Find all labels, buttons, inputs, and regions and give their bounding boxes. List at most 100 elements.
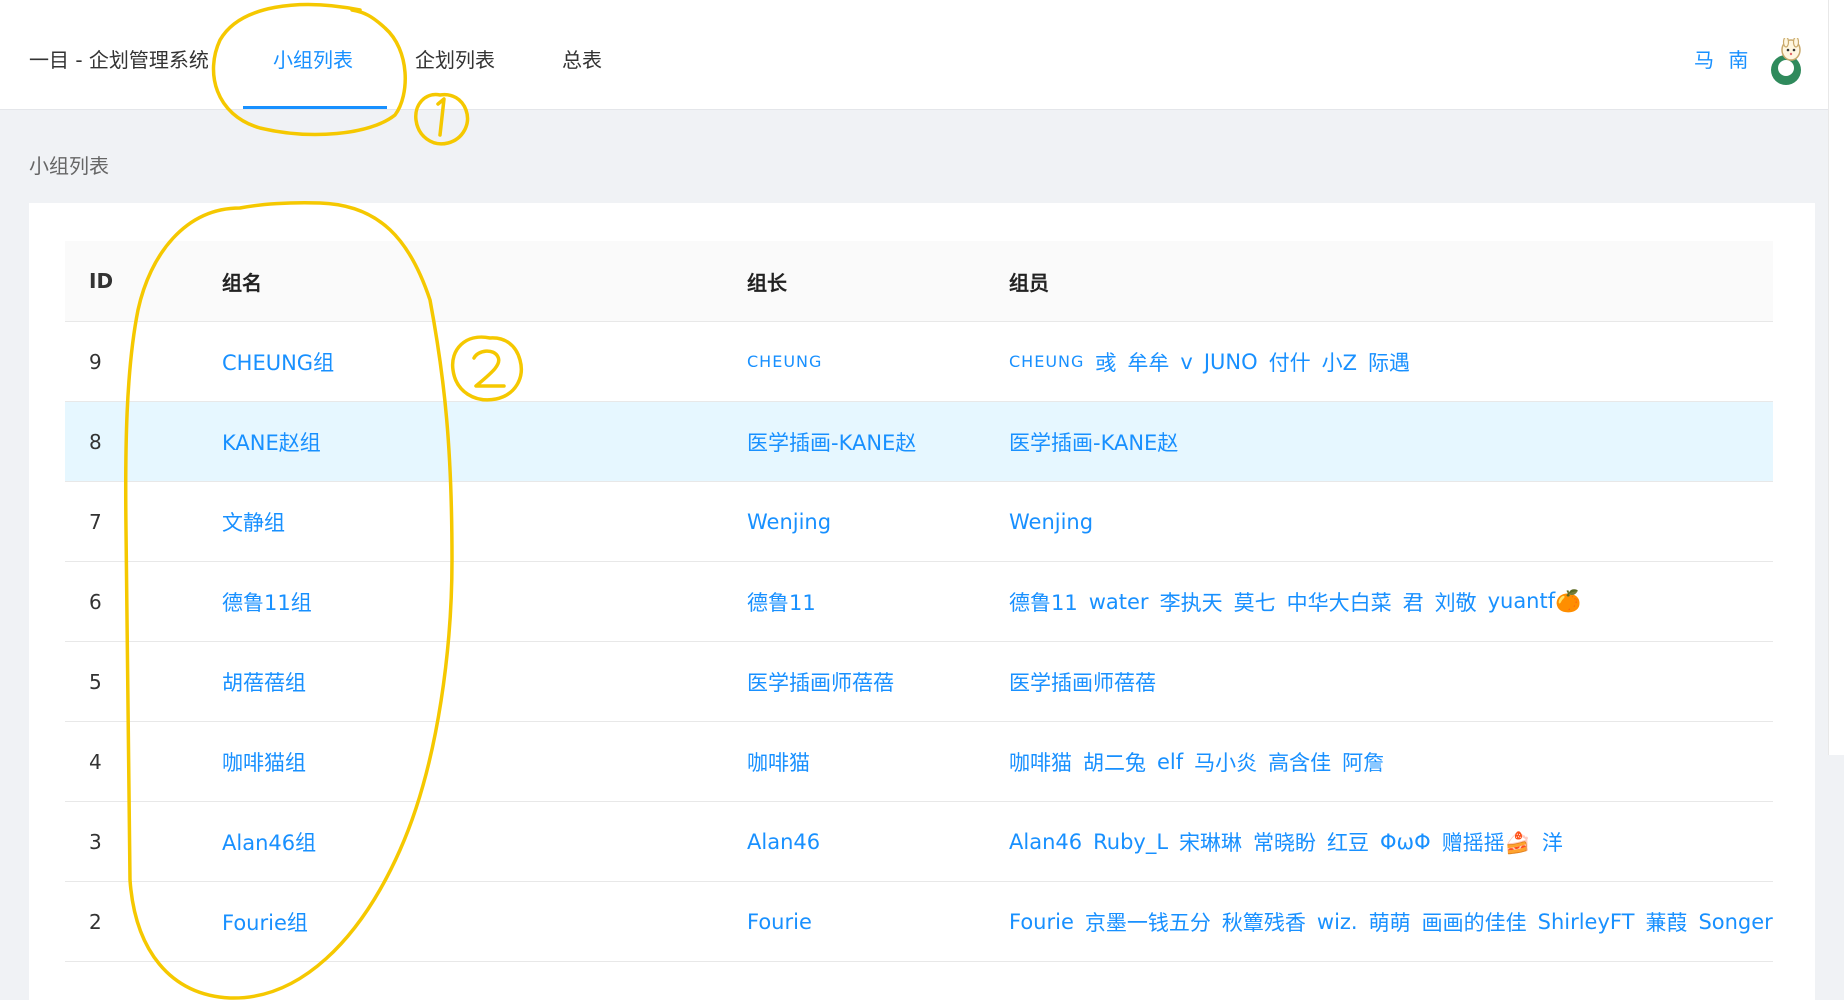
member-link[interactable]: 医学插画-KANE赵 [1009, 427, 1178, 457]
active-tab-indicator [243, 106, 387, 109]
member-link[interactable]: elf [1157, 750, 1183, 774]
member-link[interactable]: 小Z [1322, 347, 1357, 377]
member-link[interactable]: 常晓盼 [1253, 827, 1316, 857]
members-cell: Alan46 Ruby_L 宋琳琳 常晓盼 红豆 ΦωΦ 赠摇摇🍰 洋 [1009, 802, 1574, 881]
table-row: 6 德鲁11组 德鲁11 德鲁11 water 李执天 莫七 中华大白菜君刘敬 yuantf🍊 [65, 562, 1773, 642]
member-link[interactable]: 京墨一钱五分 [1085, 907, 1211, 937]
group-name-cell: 咖啡猫组 [222, 722, 306, 801]
row-id: 4 [89, 749, 102, 774]
table-row: 7 文静组 Wenjing Wenjing [65, 482, 1773, 562]
scrollbar[interactable] [1828, 0, 1844, 755]
member-link[interactable]: 咖啡猫 [1009, 747, 1072, 777]
row-id: 6 [89, 589, 102, 614]
avatar[interactable] [1764, 38, 1810, 86]
member-link[interactable]: 莫七 [1234, 587, 1276, 617]
member-link[interactable]: 蒹葭 [1645, 907, 1687, 937]
member-link[interactable]: 萌萌 [1369, 907, 1411, 937]
member-link[interactable]: 高含佳 [1268, 747, 1331, 777]
group-name-link[interactable]: 胡蓓蓓组 [222, 667, 306, 697]
member-link[interactable]: 画画的佳佳 [1422, 907, 1527, 937]
member-link[interactable]: 红豆 [1327, 827, 1369, 857]
member-link[interactable]: 胡二兔 [1083, 747, 1146, 777]
table-row: 9 CHEUNG组 CHEUNG CHEUNG 彧牟牟 v JUNO 付什 小Z 际遇 [65, 322, 1773, 402]
group-name-link[interactable]: 文静组 [222, 507, 285, 537]
leader-link[interactable]: CHEUNG [747, 352, 822, 371]
leader-cell: Alan46 [747, 802, 820, 881]
group-name-cell: Fourie组 [222, 882, 308, 961]
member-link[interactable]: 彧 [1095, 347, 1116, 377]
leader-cell: 医学插画-KANE赵 [747, 402, 916, 481]
member-link[interactable]: ShirleyFT [1538, 910, 1635, 934]
member-link[interactable]: CHEUNG [1009, 352, 1084, 371]
table-row: 8 KANE赵组 医学插画-KANE赵 医学插画-KANE赵 [65, 402, 1773, 482]
tab-project-list[interactable]: 企划列表 [415, 44, 495, 73]
page-title: 小组列表 [29, 154, 109, 178]
members-cell: 德鲁11 water 李执天 莫七 中华大白菜君刘敬 yuantf🍊 [1009, 562, 1592, 641]
leader-link[interactable]: Fourie [747, 910, 812, 934]
member-link[interactable]: 马小炎 [1194, 747, 1257, 777]
tab-group-list[interactable]: 小组列表 [273, 44, 353, 73]
members-cell: Wenjing [1009, 482, 1104, 561]
row-id: 7 [89, 509, 102, 534]
member-link[interactable]: wiz. [1317, 910, 1358, 934]
member-link[interactable]: 洋 [1542, 827, 1563, 857]
leader-link[interactable]: Wenjing [747, 510, 831, 534]
leader-link[interactable]: 医学插画-KANE赵 [747, 427, 916, 457]
member-link[interactable]: 际遇 [1368, 347, 1410, 377]
leader-link[interactable]: Alan46 [747, 830, 820, 854]
leader-cell: 咖啡猫 [747, 722, 810, 801]
row-id: 8 [89, 429, 102, 454]
table-row: 3 Alan46组 Alan46 Alan46 Ruby_L 宋琳琳 常晓盼 红豆 ΦωΦ 赠摇摇… [65, 802, 1773, 882]
group-name-cell: 德鲁11组 [222, 562, 312, 641]
member-link[interactable]: 君 [1403, 587, 1424, 617]
table-row: 5 胡蓓蓓组 医学插画师蓓蓓 医学插画师蓓蓓 [65, 642, 1773, 722]
leader-link[interactable]: 德鲁11 [747, 587, 816, 617]
group-name-link[interactable]: Fourie组 [222, 907, 308, 937]
member-link[interactable]: 德鲁11 [1009, 587, 1078, 617]
member-link[interactable]: yuantf🍊 [1488, 589, 1582, 614]
member-link[interactable]: v [1180, 350, 1192, 374]
column-header-leader: 组长 [747, 270, 787, 295]
column-header-id: ID [89, 269, 114, 293]
leader-cell: Fourie [747, 882, 812, 961]
group-table: ID 组名 组长 组员 9 CHEUNG组 CHEUNG CHEUNG 彧牟牟 v JUNO… [65, 241, 1773, 962]
member-link[interactable]: Ruby_L [1093, 830, 1168, 854]
top-nav-bar: 一目 - 企划管理系统 小组列表 企划列表 总表 马 南 [0, 0, 1844, 110]
members-cell: 咖啡猫 胡二兔 elf 马小炎 高含佳 阿詹 [1009, 722, 1395, 801]
group-name-link[interactable]: KANE赵组 [222, 427, 321, 457]
member-link[interactable]: Fourie [1009, 910, 1074, 934]
member-link[interactable]: 李执天 [1160, 587, 1223, 617]
group-name-link[interactable]: 咖啡猫组 [222, 747, 306, 777]
member-link[interactable]: 秋簟残香 [1222, 907, 1306, 937]
member-link[interactable]: 付什 [1269, 347, 1311, 377]
group-name-cell: 文静组 [222, 482, 285, 561]
group-name-link[interactable]: CHEUNG组 [222, 347, 334, 377]
member-link[interactable]: 赠摇摇🍰 [1442, 827, 1531, 857]
member-link[interactable]: Alan46 [1009, 830, 1082, 854]
row-id: 9 [89, 349, 102, 374]
leader-link[interactable]: 咖啡猫 [747, 747, 810, 777]
member-link[interactable]: 阿詹 [1342, 747, 1384, 777]
app-brand: 一目 - 企划管理系统 [29, 48, 209, 72]
member-link[interactable]: water [1089, 590, 1149, 614]
member-link[interactable]: 医学插画师蓓蓓 [1009, 667, 1156, 697]
member-link[interactable]: Wenjing [1009, 510, 1093, 534]
user-name[interactable]: 马 南 [1694, 44, 1752, 73]
row-id: 3 [89, 829, 102, 854]
member-link[interactable]: 刘敬 [1435, 587, 1477, 617]
member-link[interactable]: ΦωΦ [1380, 830, 1431, 854]
leader-cell: 医学插画师蓓蓓 [747, 642, 894, 721]
tab-summary[interactable]: 总表 [562, 44, 602, 73]
column-header-members: 组员 [1009, 270, 1049, 295]
group-name-link[interactable]: 德鲁11组 [222, 587, 312, 617]
leader-link[interactable]: 医学插画师蓓蓓 [747, 667, 894, 697]
member-link[interactable]: 中华大白菜 [1287, 587, 1392, 617]
group-name-link[interactable]: Alan46组 [222, 827, 316, 857]
members-cell: 医学插画师蓓蓓 [1009, 642, 1167, 721]
member-link[interactable]: 牟牟 [1127, 347, 1169, 377]
leader-cell: 德鲁11 [747, 562, 816, 641]
member-link[interactable]: JUNO [1204, 350, 1258, 374]
member-link[interactable]: Songer [1698, 910, 1772, 934]
members-cell: CHEUNG 彧牟牟 v JUNO 付什 小Z 际遇 [1009, 322, 1421, 401]
member-link[interactable]: 宋琳琳 [1179, 827, 1242, 857]
